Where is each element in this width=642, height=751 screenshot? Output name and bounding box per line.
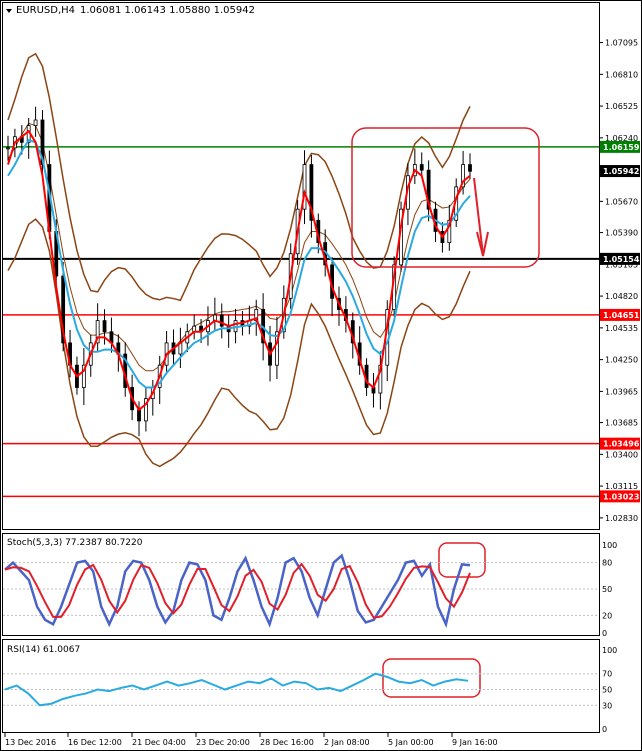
stoch-level-label: 50 [602,585,612,594]
time-tick-label: 16 Dec 12:00 [68,738,122,747]
candle-body [219,314,224,327]
price-tick-label: 1.06810 [605,70,638,79]
candle-body [6,147,10,150]
price-tick-label: 1.04535 [605,324,638,333]
time-tick-label: 21 Dec 04:00 [132,738,186,747]
price-tick-label: 1.04250 [605,356,638,365]
chart-header: EURUSD,H4 1.06081 1.06143 1.05880 1.0594… [6,5,255,16]
price-tick-label: 1.03685 [605,419,638,428]
price-tick-label: 1.03965 [605,387,638,396]
price-tick-label: 1.06525 [605,102,638,111]
price-tick-label: 1.02830 [605,514,638,523]
price-axis: 1.070951.068101.065251.062401.059551.056… [599,39,638,523]
price-tick-label: 1.03115 [605,482,638,491]
symbol-label: EURUSD,H4 [16,5,75,16]
price-tag-label: 1.05154 [603,255,640,264]
price-tick-label: 1.05670 [605,197,638,206]
stoch-level-label: 20 [602,611,612,620]
rsi-level-label: 0 [602,725,607,734]
candle-body [468,164,472,172]
stoch-label: Stoch(5,3,3) 77.2387 80.7220 [7,538,143,548]
time-tick-label: 28 Dec 16:00 [260,738,314,747]
candle-body [102,320,107,333]
rsi-level-label: 50 [602,686,612,695]
candle-body [137,409,141,422]
time-axis: 13 Dec 2016 16 Dec 12:00 21 Dec 04:00 23 De… [4,733,498,747]
candle-body [419,164,424,171]
price-tag-label: 1.06159 [603,143,640,152]
time-tick-label: 9 Jan 16:00 [452,738,498,747]
stoch-level-label: 80 [602,559,612,568]
candle-body [33,119,38,126]
rsi-label: RSI(14) 61.0067 [7,645,80,655]
trading-chart[interactable]: EURUSD,H4 1.06081 1.06143 1.05880 1.0594… [0,0,642,751]
price-tick-label: 1.03400 [605,450,638,459]
price-tick-label: 1.04820 [605,292,638,301]
main-panel[interactable] [2,2,600,530]
rsi-level-label: 100 [602,646,617,655]
price-tick-label: 1.07095 [605,39,638,48]
time-tick-label: 5 Jan 00:00 [388,738,434,747]
price-tags: 1.06159 1.05942 1.05154 1.04651 1.03496 1.030… [600,140,640,503]
rsi-level-label: 70 [602,670,612,679]
price-tick-label: 1.05390 [605,229,638,238]
time-tick-label: 23 Dec 20:00 [196,738,250,747]
time-tick-label: 2 Jan 08:00 [324,738,370,747]
rsi-level-label: 30 [602,701,612,710]
price-tag-label: 1.04651 [603,311,640,320]
price-tag-label: 1.05942 [603,167,639,176]
stoch-panel[interactable] [2,533,600,636]
price-tag-label: 1.03496 [603,440,640,449]
stoch-level-label: 100 [602,541,617,550]
ohlc-values: 1.06081 1.06143 1.05880 1.05942 [80,5,255,16]
price-tag-label: 1.03023 [603,492,639,501]
rsi-panel[interactable] [2,639,600,733]
time-tick-label: 13 Dec 2016 [5,738,56,747]
stoch-level-label: 0 [602,629,607,638]
